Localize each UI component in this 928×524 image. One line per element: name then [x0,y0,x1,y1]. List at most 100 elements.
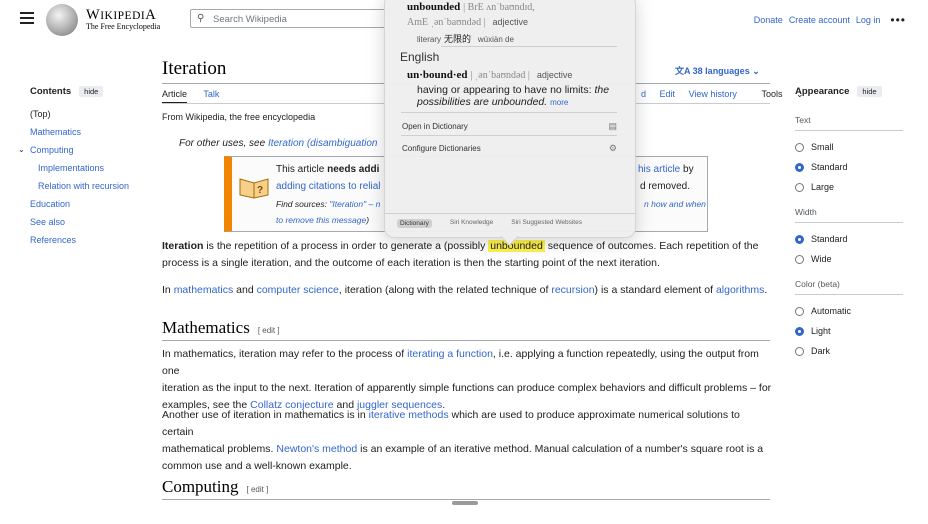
toc-item-see-also[interactable]: See also [30,213,145,231]
divider [795,222,903,223]
algorithms-link[interactable]: algorithms [716,284,764,296]
namespace-tabs: Article Talk [162,89,233,104]
page-title: Iteration [162,58,227,79]
edit-section-link[interactable]: [ edit ] [247,485,269,494]
radio-text-large[interactable]: Large [795,177,903,197]
dict-chinese: 无限的 [443,34,471,44]
tab-dictionary[interactable]: Dictionary [397,219,432,228]
toc-hide-button[interactable]: hide [79,86,104,97]
tab-edit[interactable]: Edit [660,89,676,99]
this-article-link[interactable]: his article [638,164,680,175]
radio-label: Automatic [811,306,852,316]
find-sources: Find sources: "Iteration" – n [276,199,380,209]
computer-science-link[interactable]: computer science [257,284,339,296]
heading-mathematics: Mathematics [ edit ] [162,318,280,338]
search-box[interactable]: ⚲ [190,9,390,28]
radio-text-standard[interactable]: Standard [795,157,903,177]
remove-message-link[interactable]: to remove this message [276,215,366,225]
wikipedia-globe-logo[interactable] [46,4,78,36]
menu-label: Open in Dictionary [402,122,468,131]
dict-part-of-speech: adjective [492,17,529,27]
text: common use and a well-known example. [162,460,352,472]
toc-item-top[interactable]: (Top) [30,105,145,123]
dict-entry-line2: AmE ˌənˈbaʊndəd | adjective [407,16,528,28]
lead-text: process is a single iteration, and the o… [162,257,660,269]
dict-more-link[interactable]: more [550,98,568,107]
tab-read[interactable]: d [641,89,646,99]
scroll-handle[interactable] [452,501,478,505]
highlighted-word[interactable]: unbounded [488,240,545,252]
paragraph-2: In mathematics and computer science, ite… [162,282,772,299]
appearance-panel: Appearance hide Text Small Standard Large… [795,86,903,361]
dict-section-title: English [400,50,440,64]
radio-icon [795,254,804,264]
tab-talk[interactable]: Talk [203,89,219,99]
recursion-link[interactable]: recursion [551,284,594,296]
edit-section-link[interactable]: [ edit ] [258,326,280,335]
divider [385,213,635,214]
text: is an example of an iterative method. Ma… [357,443,764,455]
mathematics-link[interactable]: mathematics [174,284,234,296]
language-button[interactable]: 文A 38 languages ⌄ [675,64,760,77]
toc-item-computing[interactable]: ⌄ Computing [18,141,145,159]
radio-width-standard[interactable]: Standard [795,229,903,249]
chevron-down-icon[interactable]: ⌄ [18,141,25,159]
find-sources-link[interactable]: "Iteration" – n [329,199,380,209]
main-menu-button[interactable] [20,12,34,24]
text: In mathematics, iteration may refer to t… [162,348,408,360]
radio-width-wide[interactable]: Wide [795,249,903,269]
donate-link[interactable]: Donate [754,15,783,25]
gear-icon: ⚙ [608,143,617,153]
wikipedia-tagline: The Free Encyclopedia [86,22,161,31]
text: In [162,284,174,296]
radio-label: Standard [811,234,848,244]
heading-computing: Computing [ edit ] [162,477,268,497]
text: ) is a standard element of [594,284,716,296]
search-input[interactable] [211,11,385,28]
text: and [233,284,257,296]
tab-article[interactable]: Article [162,89,188,104]
configure-dictionaries-item[interactable]: Configure Dictionaries ⚙ [402,143,617,153]
hatnote-text: For other uses, see [179,138,268,149]
divider [795,130,903,131]
radio-label: Small [811,142,834,152]
radio-label: Large [811,182,835,192]
text: iteration as the input to the next. Iter… [162,382,772,394]
iterative-methods-link[interactable]: iterative methods [369,409,449,421]
tab-siri-knowledge[interactable]: Siri Knowledge [450,219,493,228]
radio-color-dark[interactable]: Dark [795,341,903,361]
disambiguation-link[interactable]: Iteration (disambiguation [268,138,378,149]
radio-label: Standard [811,162,848,172]
heading-divider [162,499,770,500]
dict-part-of-speech: adjective [536,70,573,80]
radio-text-small[interactable]: Small [795,137,903,157]
toc-item-relation-with-recursion[interactable]: Relation with recursion [30,177,145,195]
radio-selected-icon [795,162,804,172]
toc-item-references[interactable]: References [30,231,145,249]
open-in-dictionary-item[interactable]: Open in Dictionary ▤ [402,121,617,131]
radio-icon [795,346,804,356]
color-label: Color (beta) [795,279,840,289]
dict-entry-bilingual: unbounded | BrE ʌnˈbaʊndɪd, [407,1,535,13]
radio-color-automatic[interactable]: Automatic [795,301,903,321]
toc-item-education[interactable]: Education [30,195,145,213]
newtons-method-link[interactable]: Newton's method [276,443,357,455]
math-paragraph-1: In mathematics, iteration may refer to t… [162,346,772,414]
dict-headword: unbounded [407,1,461,13]
tab-view-history[interactable]: View history [689,89,737,99]
learn-how-link[interactable]: n how and when [644,199,706,209]
appearance-hide-button[interactable]: hide [857,86,882,97]
more-options-icon[interactable]: ••• [890,13,906,27]
add-citations-link[interactable]: adding citations to relial [276,181,381,192]
toc-item-mathematics[interactable]: Mathematics [30,123,145,141]
create-account-link[interactable]: Create account [789,15,850,25]
toc-item-implementations[interactable]: Implementations [30,159,145,177]
toc-item-label: Computing [30,145,74,155]
personal-tools: Donate Create account Log in ••• [754,13,906,27]
tab-siri-suggested-websites[interactable]: Siri Suggested Websites [511,219,582,228]
iterating-a-function-link[interactable]: iterating a function [407,348,493,360]
dict-entry-english: un·bound·ed | ˌənˈbaʊndəd | adjective [407,69,572,81]
log-in-link[interactable]: Log in [856,15,881,25]
notice-line-1: This article needs addi [276,164,379,175]
radio-color-light[interactable]: Light [795,321,903,341]
